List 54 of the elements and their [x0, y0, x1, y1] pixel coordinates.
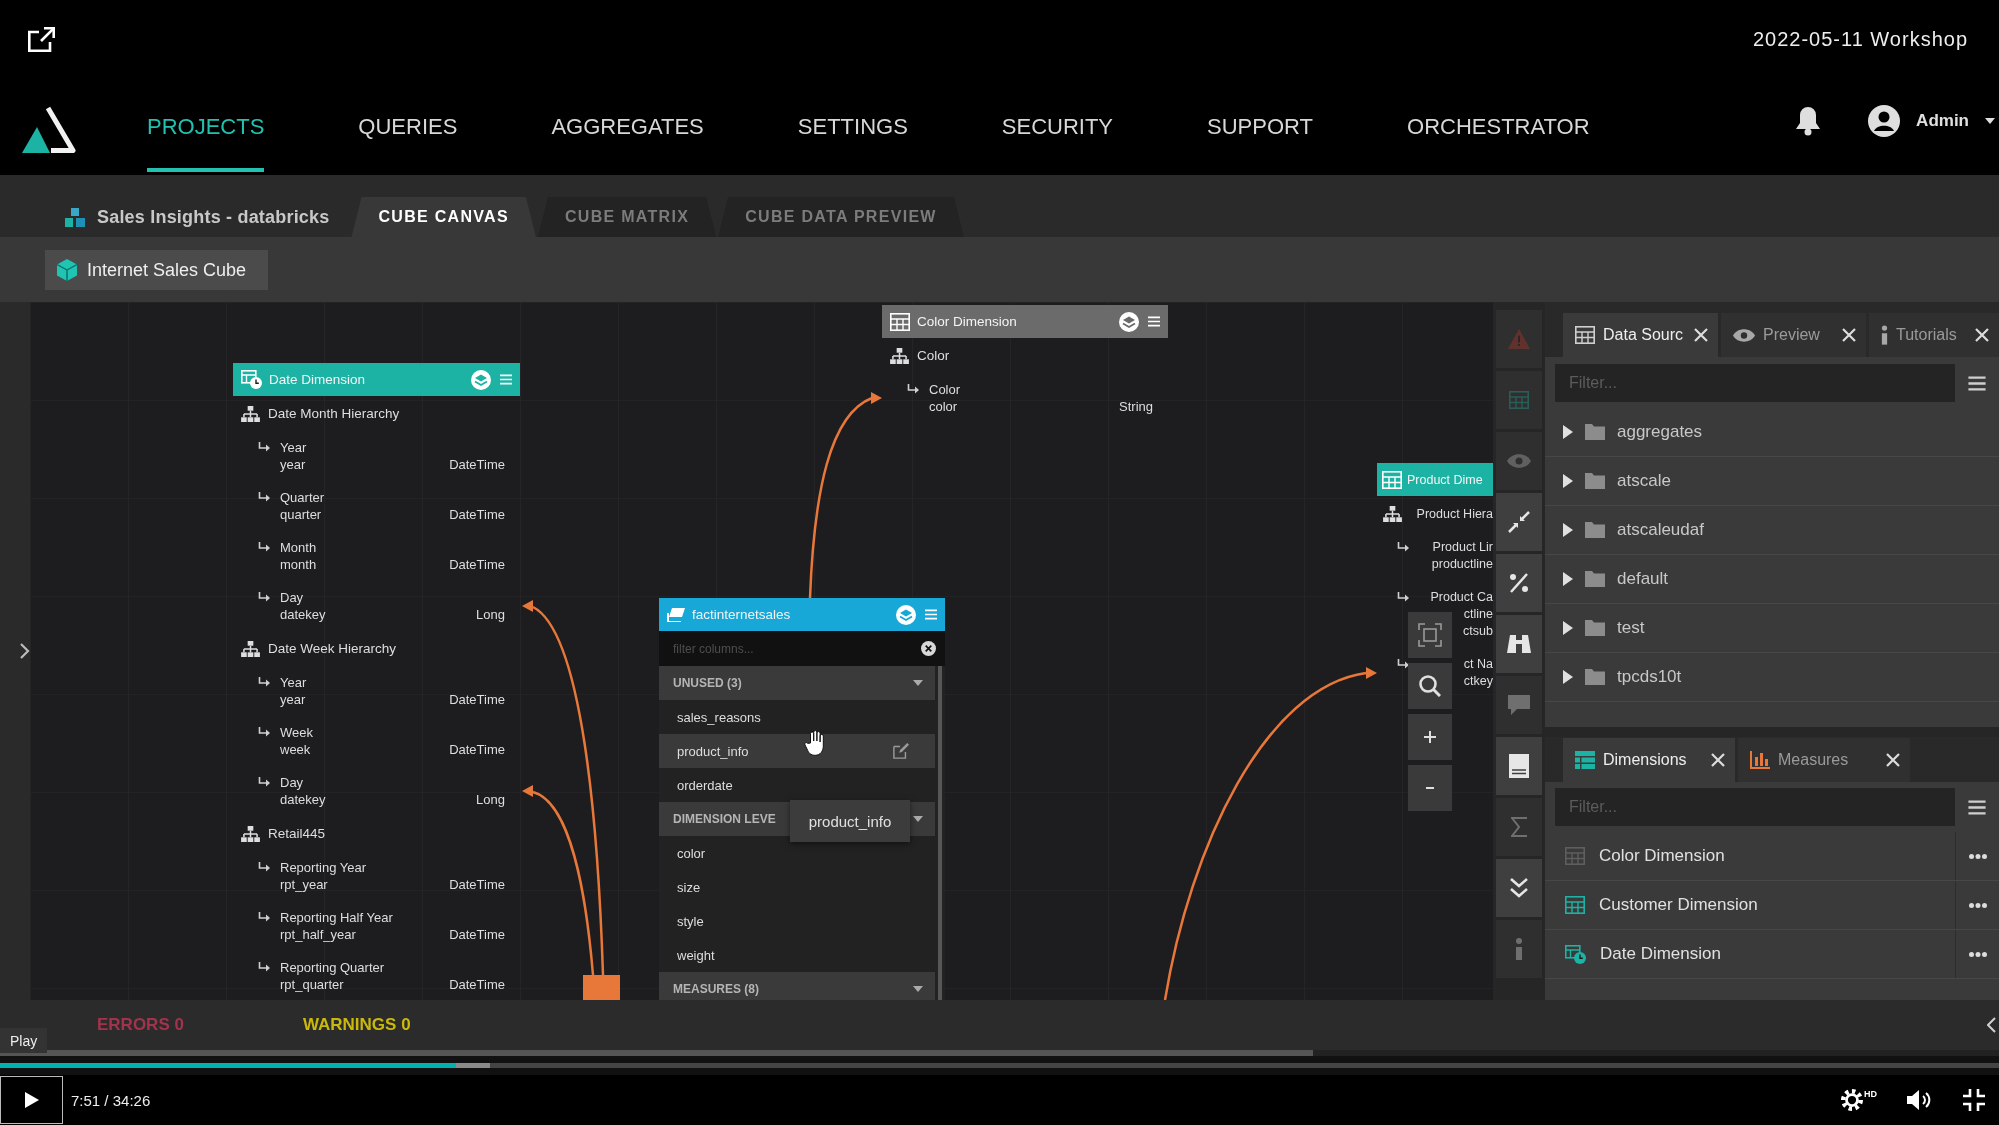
data-type: DateTime	[449, 456, 505, 473]
time-display: 7:51 / 34:26	[71, 1091, 151, 1109]
level-name: Product Ca	[1430, 589, 1493, 606]
level-name: Month	[280, 539, 317, 556]
card-title: Product Dime	[1407, 472, 1483, 487]
level-name: Reporting Year	[280, 859, 366, 876]
level-name: Quarter	[280, 489, 325, 506]
level-name: ct Na	[1463, 656, 1493, 673]
column-name: datekey	[280, 606, 326, 623]
level-name: Year	[280, 674, 307, 691]
column-name: year	[280, 456, 307, 473]
column-name: productline	[1431, 556, 1493, 573]
hierarchy-name: Color	[917, 348, 950, 363]
project-name: Sales Insights - databricks	[97, 206, 330, 228]
column-name: ctkey	[1463, 673, 1493, 690]
level-name: Reporting Half Year	[280, 909, 393, 926]
data-type: Long	[476, 791, 505, 808]
level-name: Day	[280, 774, 305, 791]
column-name: rpt_quarter	[280, 976, 345, 993]
level-name: Week	[280, 724, 313, 741]
data-type: DateTime	[449, 691, 505, 708]
level-name: Color	[929, 381, 961, 398]
column-name: week	[280, 741, 312, 758]
level-name: Reporting Quarter	[280, 959, 385, 976]
column-name: rpt_year	[280, 876, 329, 893]
data-type: DateTime	[449, 976, 505, 993]
column-name: rpt_half_year	[280, 926, 357, 943]
column-name: quarter	[280, 506, 323, 523]
column-name: color	[929, 398, 959, 415]
video-title: 2022-05-11 Workshop	[1752, 27, 1968, 51]
card-title: Color Dimension	[917, 314, 1017, 329]
data-type: DateTime	[449, 506, 505, 523]
data-type: Long	[476, 606, 505, 623]
column-name: datekey	[280, 791, 326, 808]
data-type: DateTime	[449, 876, 505, 893]
column-name: ctline	[1463, 606, 1493, 623]
data-type: String	[1119, 398, 1153, 415]
level-name: Product Lir	[1432, 539, 1493, 556]
hierarchy-name: Product Hiera	[1416, 506, 1493, 521]
data-type: DateTime	[449, 741, 505, 758]
tooltip: Play	[0, 1028, 48, 1053]
level-name: Year	[280, 439, 307, 456]
column-name: month	[280, 556, 317, 573]
data-type: DateTime	[449, 926, 505, 943]
hierarchy-name: Date Month Hierarchy	[268, 406, 400, 421]
tooltip: product_info	[790, 800, 910, 842]
column-name: ctsub	[1463, 623, 1493, 640]
level-name: Day	[280, 589, 305, 606]
column-name: year	[280, 691, 307, 708]
hierarchy-name: Retail445	[268, 826, 326, 841]
data-type: DateTime	[449, 556, 505, 573]
hierarchy-name: Date Week Hierarchy	[268, 641, 397, 656]
card-title: Date Dimension	[269, 372, 366, 387]
card-title: factinternetsales	[692, 607, 791, 622]
